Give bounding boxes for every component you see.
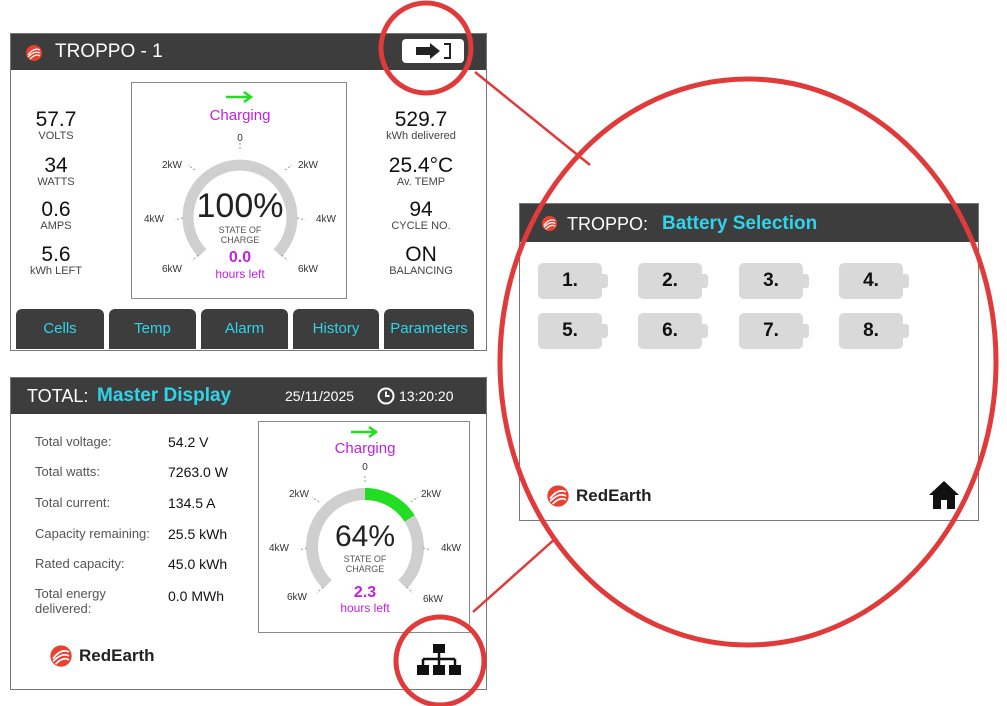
gauge-tick-top: 0 — [362, 462, 368, 473]
battery-button-label: 7. — [763, 320, 779, 341]
master-time: 13:20:20 — [399, 388, 454, 404]
battery-screen-title: TROPPO - 1 — [55, 41, 163, 62]
redearth-logo-icon — [50, 645, 72, 667]
battery-screen: TROPPO - 1 57.7 VOLTS 34 WATTS 0.6 AMPS … — [10, 33, 487, 351]
callout-connector-top — [474, 71, 591, 166]
battery-button-8[interactable]: 8. — [839, 313, 909, 349]
master-gauge-panel: Charging 0 2kW 2kW 4kW 4kW 6kW 6kW 64% S… — [258, 421, 470, 633]
amps-value: 0.6 — [41, 198, 71, 221]
selection-title: Battery Selection — [662, 213, 818, 234]
battery-button-label: 3. — [763, 270, 779, 291]
battery-soc-label-2: CHARGE — [220, 235, 260, 245]
capacity-remaining-value: 25.5 kWh — [168, 526, 228, 542]
total-watts-label: Total watts: — [35, 464, 101, 479]
selection-brand-name: RedEarth — [576, 486, 652, 505]
network-hierarchy-icon[interactable] — [417, 642, 461, 678]
gauge-tick-top: 0 — [237, 133, 243, 144]
master-title: Master Display — [97, 385, 232, 406]
redearth-logo-icon — [541, 215, 558, 232]
battery-button-6[interactable]: 6. — [638, 313, 708, 349]
redearth-logo-icon — [547, 485, 569, 507]
amps-label: AMPS — [40, 220, 72, 232]
battery-button-4[interactable]: 4. — [839, 263, 909, 299]
battery-button-label: 5. — [562, 320, 578, 341]
selection-brand-logo: RedEarth — [546, 484, 652, 508]
volts-label: VOLTS — [38, 130, 74, 142]
watts-value: 34 — [44, 154, 68, 177]
battery-button-2[interactable]: 2. — [638, 263, 708, 299]
master-title-prefix: TOTAL: — [27, 386, 89, 406]
capacity-remaining-label: Capacity remaining: — [35, 526, 150, 541]
master-screen: TOTAL: Master Display 25/11/2025 13:20:2… — [10, 377, 487, 690]
master-screen-titlebar: TOTAL: Master Display 25/11/2025 13:20:2… — [11, 378, 486, 414]
kwh-delivered-label: kWh delivered — [386, 130, 456, 142]
selection-screen-titlebar: TROPPO: Battery Selection — [520, 204, 978, 242]
battery-button-1[interactable]: 1. — [538, 263, 608, 299]
gauge-tick-upper-left: 2kW — [289, 489, 310, 500]
gauge-tick-upper-right: 2kW — [298, 160, 319, 171]
gauge-tick-upper-left: 2kW — [162, 160, 183, 171]
total-voltage-label: Total voltage: — [35, 434, 112, 449]
total-current-value: 134.5 A — [168, 495, 216, 511]
volts-value: 57.7 — [35, 108, 77, 131]
master-soc-percent: 64% — [334, 520, 396, 553]
tab-temp[interactable]: Temp — [109, 309, 196, 349]
balancing-label: BALANCING — [389, 265, 453, 277]
battery-gauge-panel: Charging 0 2kW 2kW 4kW 4kW 6kW 6kW 100% … — [131, 82, 347, 299]
total-current-label: Total current: — [35, 495, 111, 510]
avg-temp-label: Av. TEMP — [396, 176, 446, 188]
tab-cells[interactable]: Cells — [16, 309, 104, 349]
master-brand-name: RedEarth — [79, 646, 155, 665]
battery-button-7[interactable]: 7. — [739, 313, 809, 349]
selection-title-prefix: TROPPO: — [567, 214, 649, 234]
kwh-left-value: 5.6 — [41, 243, 71, 266]
cycle-no-value: 94 — [409, 198, 433, 221]
battery-button-5[interactable]: 5. — [538, 313, 608, 349]
battery-soc-label-1: STATE OF — [218, 225, 262, 235]
balancing-value: ON — [405, 243, 437, 266]
battery-button-label: 4. — [863, 270, 879, 291]
battery-screen-titlebar: TROPPO - 1 — [11, 34, 486, 70]
kwh-delivered-value: 529.7 — [394, 108, 448, 131]
total-watts-value: 7263.0 W — [168, 464, 228, 480]
rated-capacity-value: 45.0 kWh — [168, 556, 228, 572]
gauge-fill — [364, 488, 415, 522]
battery-button-label: 6. — [662, 320, 678, 341]
master-hours-value: 2.3 — [353, 584, 377, 601]
master-soc-label-1: STATE OF — [343, 554, 387, 564]
battery-soc-percent: 100% — [196, 187, 284, 225]
clock-icon — [377, 387, 395, 405]
battery-button-3[interactable]: 3. — [739, 263, 809, 299]
tab-parameters[interactable]: Parameters — [384, 309, 474, 349]
gauge-tick-upper-right: 2kW — [421, 489, 442, 500]
battery-hours-value: 0.0 — [228, 249, 252, 266]
cycle-no-label: CYCLE NO. — [391, 220, 451, 232]
battery-button-label: 1. — [562, 270, 578, 291]
master-hours-label: hours left — [340, 601, 390, 615]
selection-screen: TROPPO: Battery Selection 1. 2. 3. 4. 5.… — [519, 203, 979, 521]
total-energy-delivered-value: 0.0 MWh — [168, 588, 225, 604]
logout-arrow-icon — [416, 43, 451, 59]
home-icon[interactable] — [927, 479, 961, 511]
watts-label: WATTS — [37, 176, 75, 188]
total-voltage-value: 54.2 V — [168, 434, 209, 450]
battery-button-label: 2. — [662, 270, 678, 291]
tab-history[interactable]: History — [293, 309, 379, 349]
logout-button[interactable] — [402, 39, 464, 63]
battery-button-label: 8. — [863, 320, 879, 341]
master-soc-label-2: CHARGE — [345, 564, 385, 574]
tab-alarm[interactable]: Alarm — [201, 309, 288, 349]
total-energy-delivered-label: Total energy delivered: — [35, 586, 106, 616]
master-date: 25/11/2025 — [285, 388, 355, 404]
avg-temp-value: 25.4°C — [388, 154, 454, 177]
master-brand-logo: RedEarth — [49, 644, 155, 668]
battery-hours-label: hours left — [215, 267, 265, 281]
redearth-logo-icon — [26, 45, 42, 61]
rated-capacity-label: Rated capacity: — [35, 556, 125, 571]
kwh-left-label: kWh LEFT — [30, 265, 82, 277]
